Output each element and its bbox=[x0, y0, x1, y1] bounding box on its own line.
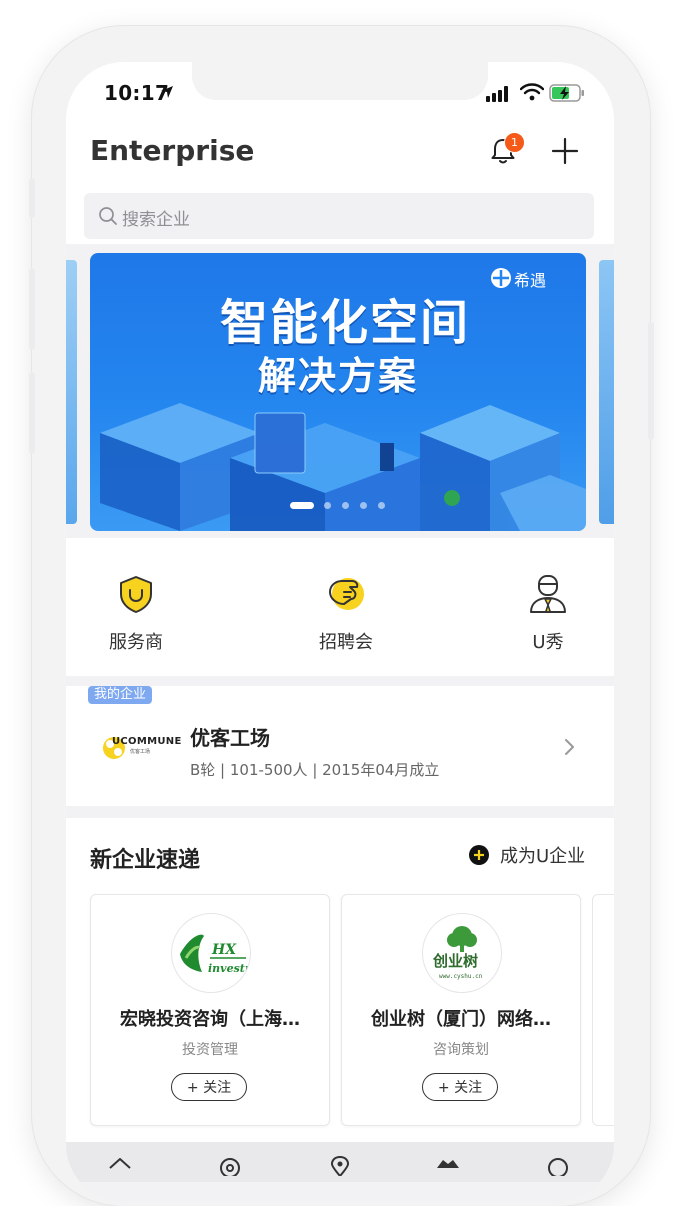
home-icon[interactable] bbox=[106, 1156, 134, 1176]
quick-actions: 服务商 招聘会 U秀 bbox=[66, 538, 614, 676]
banner-headline: 智能化空间 bbox=[220, 295, 471, 351]
company-logo-subtext: 优客工场 bbox=[130, 749, 151, 755]
page-title: Enterprise bbox=[90, 134, 255, 167]
tree-logo-text: 创业树 bbox=[432, 952, 478, 970]
location-arrow-icon bbox=[161, 86, 173, 98]
company-card-category: 投资管理 bbox=[182, 1042, 238, 1058]
shield-icon bbox=[120, 576, 152, 613]
company-meta: B轮 | 101-500人 | 2015年04月成立 bbox=[190, 761, 440, 779]
profile-icon[interactable] bbox=[544, 1156, 572, 1176]
my-company-tag: 我的企业 bbox=[88, 686, 153, 704]
quick-action-job-fair[interactable]: 招聘会 bbox=[286, 572, 406, 654]
banner-dot[interactable] bbox=[378, 502, 385, 509]
tree-logo-url: www.cyshu.cn bbox=[439, 973, 483, 980]
my-company-card[interactable]: 我的企业 UCOMMUNE 优客工场 优客工场 B轮 | 101-500人 | … bbox=[66, 686, 614, 806]
quick-action-label: 招聘会 bbox=[319, 632, 373, 653]
company-logo: UCOMMUNE 优客工场 bbox=[100, 726, 181, 770]
banner-dot-active[interactable] bbox=[290, 502, 314, 509]
cellular-signal-icon bbox=[486, 86, 508, 102]
volume-down-button bbox=[29, 372, 35, 454]
banner-next-peek[interactable] bbox=[599, 260, 614, 524]
become-u-company-label: 成为U企业 bbox=[500, 846, 586, 867]
discover-icon[interactable] bbox=[216, 1156, 244, 1176]
bottom-tab-bar bbox=[66, 1142, 614, 1182]
location-icon[interactable] bbox=[326, 1156, 354, 1176]
company-card-name: 宏晓投资咨询（上海… bbox=[120, 1009, 300, 1030]
follow-button[interactable]: + 关注 bbox=[171, 1073, 247, 1101]
search-icon bbox=[99, 207, 117, 225]
new-companies-section: 新企业速递 成为U企业 HX investm bbox=[66, 818, 614, 1148]
status-bar: 10:17 bbox=[66, 62, 614, 124]
section-title: 新企业速递 bbox=[90, 848, 201, 873]
company-card[interactable]: 创业树 www.cyshu.cn 创业树（厦门）网络… 咨询策划 + 关注 bbox=[341, 894, 581, 1126]
hx-logo-word: investm bbox=[208, 962, 250, 975]
follow-button[interactable]: + 关注 bbox=[422, 1073, 498, 1101]
company-logo: 创业树 www.cyshu.cn bbox=[422, 913, 502, 993]
search-placeholder: 搜索企业 bbox=[122, 210, 190, 230]
hx-logo-letters: HX bbox=[211, 942, 237, 958]
company-name: 优客工场 bbox=[190, 726, 270, 750]
notification-badge: 1 bbox=[504, 132, 525, 153]
banner-slide[interactable]: 希遇 智能化空间 解决方案 bbox=[90, 253, 586, 531]
battery-charging-icon bbox=[549, 84, 584, 102]
tree-logo-icon: 创业树 www.cyshu.cn bbox=[432, 926, 483, 980]
hx-logo-icon: HX investm bbox=[180, 934, 250, 975]
phone-screen: Enterprise 1 搜索企业 希遇 智能化空间 解决方案 服务商 招聘会 … bbox=[66, 62, 614, 1202]
banner-dot[interactable] bbox=[342, 502, 349, 509]
chevron-right-icon bbox=[565, 739, 574, 755]
company-logo-text: UCOMMUNE bbox=[112, 736, 182, 747]
banner-prev-peek[interactable] bbox=[66, 260, 77, 524]
company-card[interactable]: HX investm 宏晓投资咨询（上海… 投资管理 + 关注 bbox=[90, 894, 330, 1126]
banner-brand-logo-icon bbox=[491, 268, 511, 288]
handshake-icon bbox=[329, 578, 364, 610]
mute-switch bbox=[29, 178, 35, 218]
volume-up-button bbox=[29, 268, 35, 350]
company-logo: HX investm bbox=[171, 913, 251, 993]
user-tie-icon bbox=[530, 575, 566, 613]
banner-subline: 解决方案 bbox=[258, 354, 419, 398]
quick-action-label: 服务商 bbox=[109, 632, 163, 653]
search-input[interactable]: 搜索企业 bbox=[84, 193, 594, 239]
wifi-icon bbox=[520, 83, 544, 101]
quick-action-service-provider[interactable]: 服务商 bbox=[76, 572, 196, 654]
quick-action-u-show[interactable]: U秀 bbox=[488, 572, 608, 654]
company-card-category: 咨询策划 bbox=[433, 1042, 489, 1058]
banner-dot[interactable] bbox=[360, 502, 367, 509]
quick-action-label: U秀 bbox=[532, 632, 564, 653]
company-card-name: 创业树（厦门）网络… bbox=[371, 1009, 551, 1030]
banner-dot[interactable] bbox=[324, 502, 331, 509]
side-button bbox=[648, 322, 654, 440]
add-icon[interactable] bbox=[550, 136, 580, 166]
banner-brand: 希遇 bbox=[514, 271, 547, 290]
enterprise-page: Enterprise 1 搜索企业 希遇 智能化空间 解决方案 服务商 招聘会 … bbox=[66, 62, 614, 1202]
enterprise-icon[interactable] bbox=[434, 1156, 462, 1176]
plus-circle-icon bbox=[469, 845, 489, 865]
company-card-peek[interactable] bbox=[592, 894, 614, 1126]
